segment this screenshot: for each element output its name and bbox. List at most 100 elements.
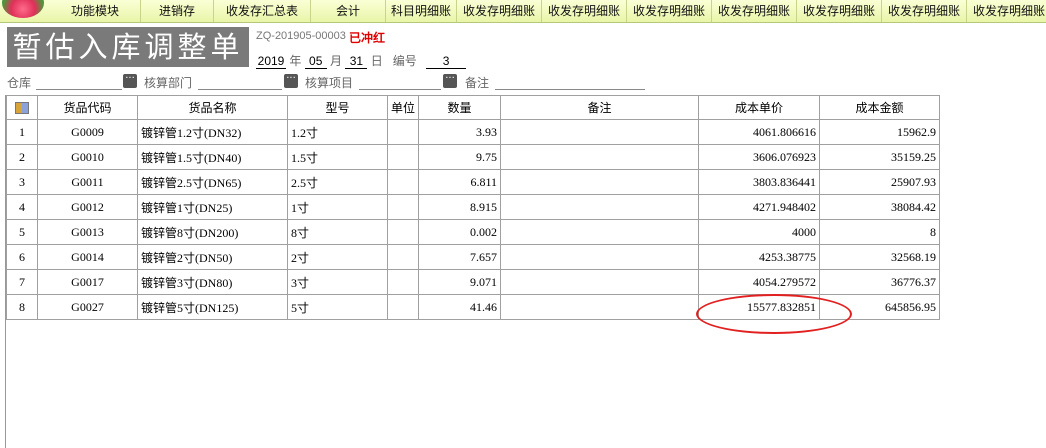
code-cell[interactable]: G0011 xyxy=(37,169,138,195)
menu-tab[interactable]: 功能模块 xyxy=(50,0,141,22)
unit-cell[interactable] xyxy=(387,269,419,295)
menu-tab[interactable]: 收发存明细账 xyxy=(882,0,967,22)
amount-cell[interactable]: 36776.37 xyxy=(819,269,940,295)
dept-browse-button[interactable]: ··· xyxy=(284,74,298,88)
price-cell[interactable]: 4253.38775 xyxy=(698,244,820,270)
amount-cell[interactable]: 38084.42 xyxy=(819,194,940,220)
price-cell[interactable]: 3803.836441 xyxy=(698,169,820,195)
price-cell[interactable]: 4271.948402 xyxy=(698,194,820,220)
code-cell[interactable]: G0012 xyxy=(37,194,138,220)
name-cell[interactable]: 镀锌管3寸(DN80) xyxy=(137,269,288,295)
col-header-price[interactable]: 成本单价 xyxy=(698,95,820,120)
menu-tab[interactable]: 收发存明细账 xyxy=(627,0,712,22)
qty-cell[interactable]: 41.46 xyxy=(418,294,501,320)
remark-cell[interactable] xyxy=(500,144,699,170)
menu-tab[interactable]: 收发存明细账 xyxy=(797,0,882,22)
code-cell[interactable]: G0009 xyxy=(37,119,138,145)
model-cell[interactable]: 3寸 xyxy=(287,269,388,295)
code-cell[interactable]: G0013 xyxy=(37,219,138,245)
code-cell[interactable]: G0010 xyxy=(37,144,138,170)
qty-cell[interactable]: 0.002 xyxy=(418,219,501,245)
app-logo-icon[interactable] xyxy=(2,0,44,18)
table-row[interactable]: 3 G0011 镀锌管2.5寸(DN65) 2.5寸 6.811 3803.836441 2… xyxy=(6,169,940,195)
menu-tab[interactable]: 进销存 xyxy=(141,0,214,22)
col-header-model[interactable]: 型号 xyxy=(287,95,388,120)
menu-tab[interactable]: 科目明细账 xyxy=(386,0,457,22)
model-cell[interactable]: 1.2寸 xyxy=(287,119,388,145)
model-cell[interactable]: 1寸 xyxy=(287,194,388,220)
row-number-cell[interactable]: 5 xyxy=(6,219,38,245)
remark-cell[interactable] xyxy=(500,219,699,245)
name-cell[interactable]: 镀锌管8寸(DN200) xyxy=(137,219,288,245)
row-number-cell[interactable]: 2 xyxy=(6,144,38,170)
serial-field[interactable]: 3 xyxy=(426,54,467,69)
year-field[interactable]: 2019 xyxy=(256,54,286,69)
remark-cell[interactable] xyxy=(500,269,699,295)
name-cell[interactable]: 镀锌管2寸(DN50) xyxy=(137,244,288,270)
table-row[interactable]: 6 G0014 镀锌管2寸(DN50) 2寸 7.657 4253.38775 32568.… xyxy=(6,244,940,270)
price-cell[interactable]: 4054.279572 xyxy=(698,269,820,295)
qty-cell[interactable]: 7.657 xyxy=(418,244,501,270)
name-cell[interactable]: 镀锌管1寸(DN25) xyxy=(137,194,288,220)
menu-tab[interactable]: 收发存明细账 xyxy=(542,0,627,22)
qty-cell[interactable]: 8.915 xyxy=(418,194,501,220)
remark-cell[interactable] xyxy=(500,194,699,220)
price-cell[interactable]: 3606.076923 xyxy=(698,144,820,170)
remark-cell[interactable] xyxy=(500,244,699,270)
qty-cell[interactable]: 6.811 xyxy=(418,169,501,195)
row-number-cell[interactable]: 6 xyxy=(6,244,38,270)
code-cell[interactable]: G0017 xyxy=(37,269,138,295)
row-number-cell[interactable]: 8 xyxy=(6,294,38,320)
col-header-remark[interactable]: 备注 xyxy=(500,95,699,120)
table-row[interactable]: 8 G0027 镀锌管5寸(DN125) 5寸 41.46 15577.832851 645… xyxy=(6,294,940,320)
remark-cell[interactable] xyxy=(500,294,699,320)
qty-cell[interactable]: 9.75 xyxy=(418,144,501,170)
row-number-cell[interactable]: 3 xyxy=(6,169,38,195)
unit-cell[interactable] xyxy=(387,194,419,220)
model-cell[interactable]: 5寸 xyxy=(287,294,388,320)
warehouse-browse-button[interactable]: ··· xyxy=(123,74,137,88)
remark-input[interactable] xyxy=(495,89,645,90)
menu-tab[interactable]: 收发存汇总表 xyxy=(214,0,311,22)
price-cell[interactable]: 15577.832851 xyxy=(698,294,820,320)
menu-tab[interactable]: 会计 xyxy=(311,0,386,22)
name-cell[interactable]: 镀锌管1.5寸(DN40) xyxy=(137,144,288,170)
amount-cell[interactable]: 645856.95 xyxy=(819,294,940,320)
menu-tab[interactable]: 收发存明细账 xyxy=(457,0,542,22)
qty-cell[interactable]: 3.93 xyxy=(418,119,501,145)
table-row[interactable]: 1 G0009 镀锌管1.2寸(DN32) 1.2寸 3.93 4061.806616 15… xyxy=(6,119,940,145)
row-selector-header[interactable] xyxy=(6,95,38,120)
col-header-code[interactable]: 货品代码 xyxy=(37,95,138,120)
model-cell[interactable]: 2.5寸 xyxy=(287,169,388,195)
name-cell[interactable]: 镀锌管1.2寸(DN32) xyxy=(137,119,288,145)
menu-tab[interactable]: 收发存明细账 xyxy=(712,0,797,22)
col-header-unit[interactable]: 单位 xyxy=(387,95,419,120)
warehouse-input[interactable] xyxy=(36,89,122,90)
col-header-qty[interactable]: 数量 xyxy=(418,95,501,120)
unit-cell[interactable] xyxy=(387,119,419,145)
table-row[interactable]: 5 G0013 镀锌管8寸(DN200) 8寸 0.002 4000 8 xyxy=(6,219,940,245)
row-number-cell[interactable]: 1 xyxy=(6,119,38,145)
unit-cell[interactable] xyxy=(387,244,419,270)
unit-cell[interactable] xyxy=(387,219,419,245)
remark-cell[interactable] xyxy=(500,169,699,195)
remark-cell[interactable] xyxy=(500,119,699,145)
grid-settings-icon[interactable] xyxy=(15,102,29,114)
unit-cell[interactable] xyxy=(387,169,419,195)
model-cell[interactable]: 2寸 xyxy=(287,244,388,270)
name-cell[interactable]: 镀锌管5寸(DN125) xyxy=(137,294,288,320)
project-input[interactable] xyxy=(359,89,441,90)
amount-cell[interactable]: 15962.9 xyxy=(819,119,940,145)
dept-input[interactable] xyxy=(198,89,282,90)
code-cell[interactable]: G0014 xyxy=(37,244,138,270)
table-row[interactable]: 4 G0012 镀锌管1寸(DN25) 1寸 8.915 4271.948402 38084… xyxy=(6,194,940,220)
amount-cell[interactable]: 32568.19 xyxy=(819,244,940,270)
model-cell[interactable]: 1.5寸 xyxy=(287,144,388,170)
price-cell[interactable]: 4061.806616 xyxy=(698,119,820,145)
day-field[interactable]: 31 xyxy=(345,54,368,69)
amount-cell[interactable]: 25907.93 xyxy=(819,169,940,195)
col-header-amount[interactable]: 成本金额 xyxy=(819,95,940,120)
price-cell[interactable]: 4000 xyxy=(698,219,820,245)
row-number-cell[interactable]: 4 xyxy=(6,194,38,220)
code-cell[interactable]: G0027 xyxy=(37,294,138,320)
